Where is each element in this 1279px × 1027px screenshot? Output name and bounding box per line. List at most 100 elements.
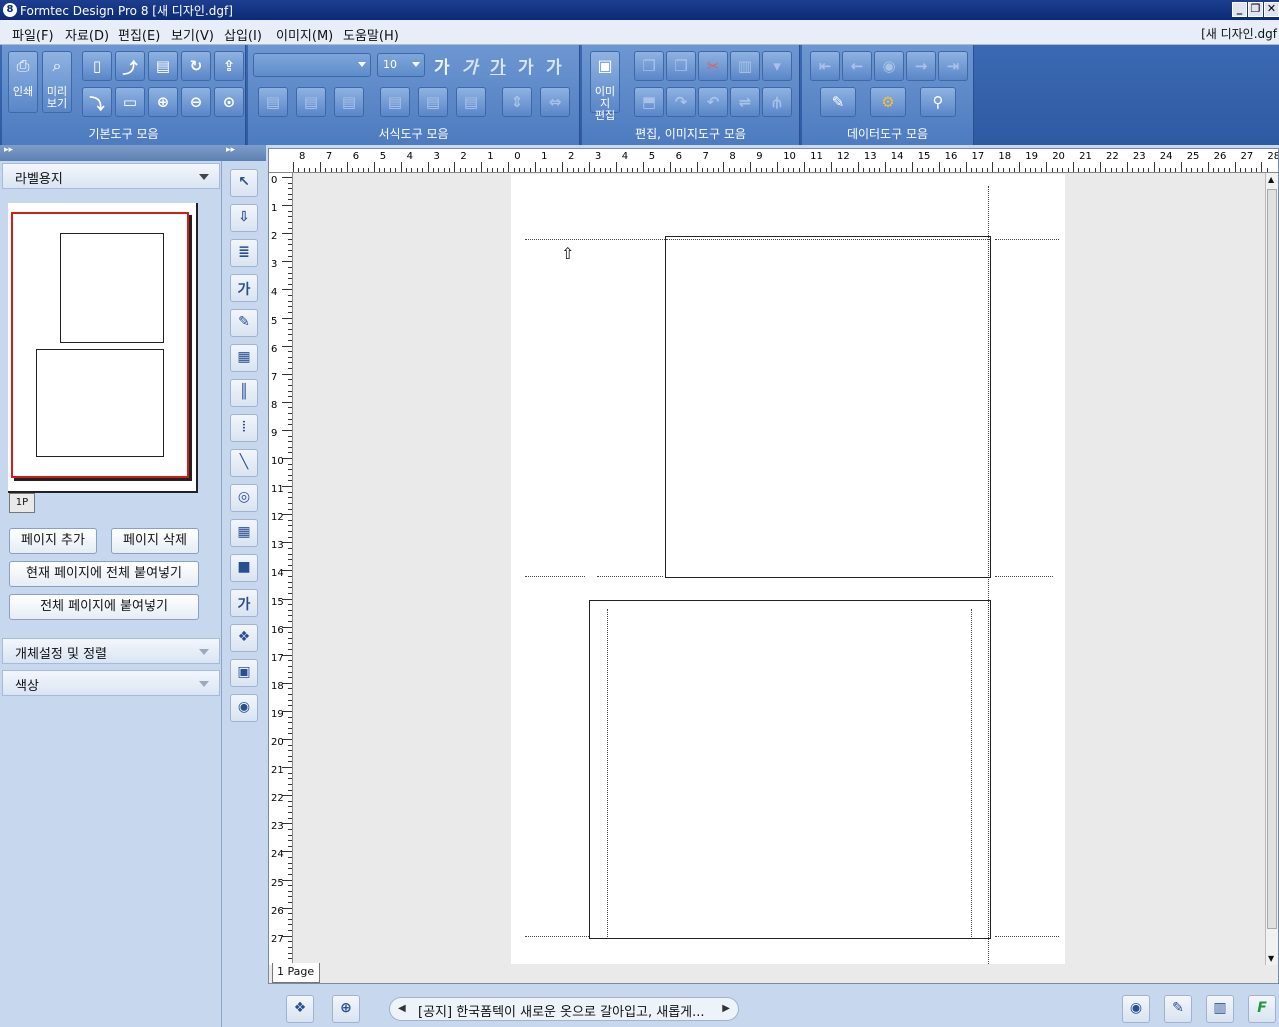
save-button[interactable]: ▤ bbox=[148, 51, 178, 81]
scrollbar-thumb[interactable] bbox=[1267, 189, 1277, 929]
preview-button[interactable]: ⌕ 미리 보기 bbox=[42, 51, 72, 113]
export-button[interactable]: ⇪ bbox=[214, 51, 244, 81]
menu-image[interactable]: 이미지(M) bbox=[276, 25, 333, 44]
data-first-button[interactable]: ⇤ bbox=[810, 51, 840, 81]
print-button[interactable]: ⎙ 인쇄 bbox=[8, 51, 38, 113]
paste-all-current-page-button[interactable]: 현재 페이지에 전체 붙여넣기 bbox=[9, 561, 199, 587]
shape-tool-button[interactable]: ◎ bbox=[230, 484, 258, 512]
qrcode-tool-button[interactable]: ▦ bbox=[230, 344, 258, 372]
page-tab-1-page[interactable]: 1 Page bbox=[272, 963, 320, 983]
textbox-tool-button[interactable]: ≣ bbox=[230, 239, 258, 267]
cd-button[interactable]: ◉ bbox=[1122, 995, 1150, 1023]
scroll-down-icon[interactable]: ▼ bbox=[1268, 954, 1274, 963]
notice-next-icon[interactable]: ▶ bbox=[722, 1003, 730, 1014]
open-button[interactable]: ⤴ bbox=[115, 51, 145, 81]
formtec-button[interactable]: F bbox=[1248, 995, 1276, 1023]
flip-button[interactable]: ⬒ bbox=[634, 87, 664, 117]
align-middle-button[interactable]: ▤ bbox=[418, 87, 448, 117]
label-frame-1[interactable] bbox=[665, 236, 991, 578]
align-left-button[interactable]: ▤ bbox=[258, 87, 288, 117]
line-spacing-button[interactable]: ⇕ bbox=[502, 87, 532, 117]
font-name-select[interactable] bbox=[253, 53, 371, 77]
table-tool-button[interactable]: ▦ bbox=[230, 519, 258, 547]
add-page-button[interactable]: 페이지 추가 bbox=[9, 528, 97, 554]
underline-text-button[interactable]: 가 bbox=[490, 53, 506, 78]
barcode2-tool-button[interactable]: ⦙ bbox=[230, 414, 258, 442]
import-tool-button[interactable]: ⇩ bbox=[230, 204, 258, 232]
line-tool-button[interactable]: ╲ bbox=[230, 449, 258, 477]
image-edit-button[interactable]: ▣ 이미지 편집 bbox=[590, 51, 620, 122]
clipart-button[interactable]: ❖ bbox=[286, 995, 314, 1023]
data-next-button[interactable]: → bbox=[906, 51, 936, 81]
tool-strip-collapse[interactable]: ▸▸ bbox=[222, 145, 266, 161]
zoom-out-button[interactable]: ⊖ bbox=[181, 87, 211, 117]
minimize-button[interactable]: _ bbox=[1232, 2, 1247, 17]
refresh-button[interactable]: ↻ bbox=[181, 51, 211, 81]
folder-button[interactable]: ▭ bbox=[115, 87, 145, 117]
label-frame-2[interactable] bbox=[589, 600, 991, 939]
menu-view[interactable]: 보기(V) bbox=[171, 25, 214, 44]
duplicate-button[interactable]: ❐ bbox=[666, 51, 696, 81]
bold-text-button[interactable]: 가 bbox=[434, 53, 450, 78]
shop-button[interactable]: ▥ bbox=[1206, 995, 1234, 1023]
label-paper-header[interactable]: 라벨용지 bbox=[2, 163, 220, 189]
wordart-tool-button[interactable]: 가 bbox=[230, 589, 258, 617]
menu-insert[interactable]: 삽입(I) bbox=[224, 25, 262, 44]
new-document-button[interactable]: ▯ bbox=[82, 51, 112, 81]
mirror-h-button[interactable]: ⇌ bbox=[730, 87, 760, 117]
copy-button[interactable]: ❐ bbox=[634, 51, 664, 81]
insert-button[interactable]: ⤵ bbox=[82, 87, 112, 117]
notice-prev-icon[interactable]: ◀ bbox=[398, 1003, 406, 1014]
gradient-tool-button[interactable]: ■ bbox=[230, 554, 258, 582]
left-panel-collapse[interactable]: ▸▸ bbox=[0, 145, 222, 161]
shadow-text-button[interactable]: 가 bbox=[518, 53, 534, 78]
new-label-button[interactable]: ⊕ bbox=[332, 995, 360, 1023]
zoom-fit-button[interactable]: ⊙ bbox=[214, 87, 244, 117]
page-thumbnail[interactable] bbox=[8, 203, 198, 493]
italic-text-button[interactable]: 가 bbox=[462, 53, 478, 78]
data-edit-button[interactable]: ✎ bbox=[820, 87, 856, 117]
menu-help[interactable]: 도움말(H) bbox=[343, 25, 399, 44]
data-record-button[interactable]: ◉ bbox=[874, 51, 904, 81]
outline-text-button[interactable]: 가 bbox=[546, 53, 562, 78]
rotate-left-button[interactable]: ↶ bbox=[698, 87, 728, 117]
menu-file[interactable]: 파일(F) bbox=[12, 25, 54, 44]
data-last-button[interactable]: ⇥ bbox=[938, 51, 968, 81]
mirror-v-button[interactable]: ⫛ bbox=[762, 87, 792, 117]
image-tool-button[interactable]: ▣ bbox=[230, 659, 258, 687]
data-search-button[interactable]: ⚲ bbox=[920, 87, 956, 117]
clipart-tool-button[interactable]: ❖ bbox=[230, 624, 258, 652]
data-settings-button[interactable]: ⚙ bbox=[870, 87, 906, 117]
color-header[interactable]: 색상 bbox=[2, 670, 220, 696]
pointer-tool-button[interactable]: ↖ bbox=[230, 169, 258, 197]
label-sheet[interactable]: ⇧ bbox=[511, 174, 1065, 964]
align-bottom-button[interactable]: ▤ bbox=[456, 87, 486, 117]
zoom-in-button[interactable]: ⊕ bbox=[148, 87, 178, 117]
cd-label-tool-button[interactable]: ◉ bbox=[230, 694, 258, 722]
close-button[interactable]: ✕ bbox=[1264, 2, 1279, 17]
menu-edit[interactable]: 편집(E) bbox=[118, 25, 160, 44]
page-tab-1p[interactable]: 1P bbox=[9, 493, 35, 513]
paste-all-pages-button[interactable]: 전체 페이지에 붙여넣기 bbox=[9, 594, 199, 620]
font-size-select[interactable]: 10 bbox=[377, 53, 425, 77]
align-right-button[interactable]: ▤ bbox=[334, 87, 364, 117]
vertical-text-tool-button[interactable]: 가 bbox=[230, 274, 258, 302]
align-top-button[interactable]: ▤ bbox=[380, 87, 410, 117]
scroll-up-icon[interactable]: ▲ bbox=[1268, 175, 1274, 184]
barcode-tool-button[interactable]: ║ bbox=[230, 379, 258, 407]
delete-button[interactable]: ▾ bbox=[762, 51, 792, 81]
paste-button[interactable]: ▥ bbox=[730, 51, 760, 81]
vertical-scrollbar[interactable]: ▲ ▼ bbox=[1265, 173, 1278, 965]
data-prev-button[interactable]: ← bbox=[842, 51, 872, 81]
menu-data[interactable]: 자료(D) bbox=[65, 25, 109, 44]
notice-ticker[interactable]: ◀ [공지] 한국폼텍이 새로운 옷으로 갈아입고, 새롭게... ▶ bbox=[389, 997, 739, 1021]
rotate-right-button[interactable]: ↷ bbox=[666, 87, 696, 117]
delete-page-button[interactable]: 페이지 삭제 bbox=[111, 528, 199, 554]
restore-button[interactable]: ❐ bbox=[1248, 2, 1263, 17]
cut-button[interactable]: ✂ bbox=[698, 51, 728, 81]
char-spacing-button[interactable]: ⇔ bbox=[540, 87, 570, 117]
text-effect-tool-button[interactable]: ✎ bbox=[230, 309, 258, 337]
align-center-button[interactable]: ▤ bbox=[296, 87, 326, 117]
object-settings-header[interactable]: 개체설정 및 정렬 bbox=[2, 638, 220, 664]
note-button[interactable]: ✎ bbox=[1164, 995, 1192, 1023]
